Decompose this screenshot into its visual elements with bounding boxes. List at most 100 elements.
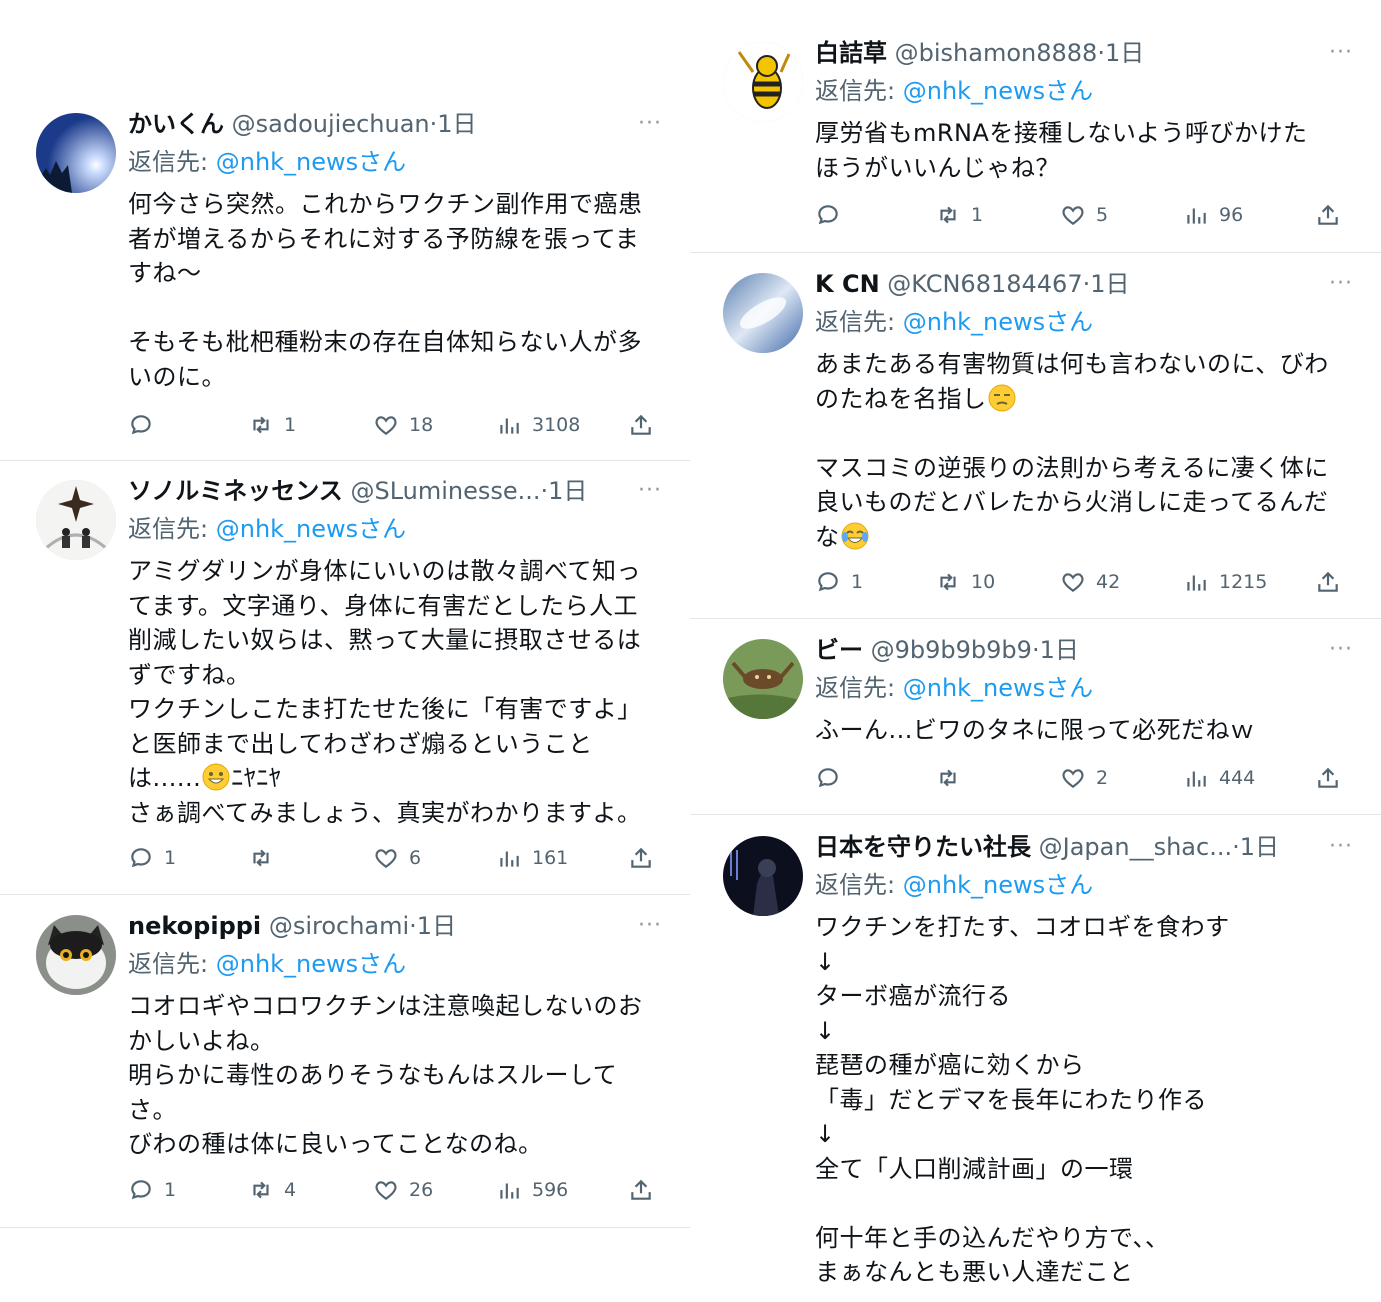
share-button[interactable] — [1315, 763, 1341, 793]
like-button[interactable]: 18 — [373, 410, 433, 440]
views-button[interactable]: 3108 — [496, 410, 580, 440]
user-handle[interactable]: @bishamon8888 — [895, 39, 1098, 67]
reply-mention[interactable]: @nhk_newsさん — [903, 308, 1093, 336]
reply-context: 返信先: @nhk_newsさん — [815, 669, 1361, 707]
display-name[interactable]: 白詰草 — [815, 39, 887, 67]
timestamp[interactable]: ·1日 — [1083, 270, 1130, 298]
avatar[interactable] — [723, 273, 803, 353]
user-handle[interactable]: @sadoujiechuan — [232, 110, 430, 138]
reply-mention[interactable]: @nhk_newsさん — [216, 950, 406, 978]
heart-icon — [1060, 765, 1086, 791]
display-name[interactable]: K CN — [815, 270, 880, 298]
divider — [0, 460, 690, 461]
reply-button[interactable]: 1 — [128, 843, 176, 873]
more-options-button[interactable]: ··· — [1329, 34, 1353, 72]
reply-mention[interactable]: @nhk_newsさん — [216, 148, 406, 176]
share-icon — [628, 1177, 654, 1203]
timestamp[interactable]: ·1日 — [1097, 39, 1144, 67]
reply-mention[interactable]: @nhk_newsさん — [903, 871, 1093, 899]
user-handle[interactable]: @Japan__shac... — [1039, 833, 1232, 861]
tweet[interactable]: 白詰草 @bishamon8888·1日 ··· 返信先: @nhk_newsさ… — [690, 34, 1381, 252]
timestamp[interactable]: ·1日 — [1032, 636, 1079, 664]
reply-mention[interactable]: @nhk_newsさん — [903, 77, 1093, 105]
tweet-header: nekopippi @sirochami·1日 ··· — [128, 907, 670, 945]
views-button[interactable]: 1215 — [1183, 567, 1267, 597]
reply-button[interactable] — [815, 200, 851, 230]
avatar[interactable] — [723, 639, 803, 719]
avatar[interactable] — [36, 915, 116, 995]
more-options-button[interactable]: ··· — [1329, 631, 1353, 669]
tweet[interactable]: K CN @KCN68184467·1日 ··· 返信先: @nhk_newsさ… — [690, 265, 1381, 618]
retweet-button[interactable]: 1 — [935, 200, 983, 230]
timestamp[interactable]: ·1日 — [430, 110, 477, 138]
like-button[interactable]: 5 — [1060, 200, 1108, 230]
tweet-text: 何今さら突然。これからワクチン副作用で癌患 者が増えるからそれに対する予防線を張… — [128, 190, 643, 391]
reply-button[interactable]: 1 — [128, 1175, 176, 1205]
like-button[interactable]: 26 — [373, 1175, 433, 1205]
more-options-button[interactable]: ··· — [1329, 828, 1353, 866]
user-handle[interactable]: @KCN68184467 — [887, 270, 1082, 298]
reply-context: 返信先: @nhk_newsさん — [128, 510, 670, 548]
reply-context: 返信先: @nhk_newsさん — [128, 143, 670, 181]
like-button[interactable]: 6 — [373, 843, 421, 873]
avatar[interactable] — [723, 836, 803, 916]
display-name[interactable]: 日本を守りたい社長 — [815, 833, 1031, 861]
share-button[interactable] — [628, 843, 654, 873]
retweet-button[interactable] — [248, 843, 284, 873]
views-button[interactable]: 596 — [496, 1175, 568, 1205]
share-button[interactable] — [1315, 200, 1341, 230]
more-options-button[interactable]: ··· — [638, 472, 662, 510]
tweet[interactable]: ビー @9b9b9b9b9·1日 ··· 返信先: @nhk_newsさん ふー… — [690, 631, 1381, 814]
tweet[interactable]: ソノルミネッセンス @SLuminesse...·1日 ··· 返信先: @nh… — [0, 472, 690, 894]
retweet-button[interactable]: 4 — [248, 1175, 296, 1205]
more-options-button[interactable]: ··· — [638, 907, 662, 945]
timestamp[interactable]: ·1日 — [1232, 833, 1279, 861]
timestamp[interactable]: ·1日 — [541, 477, 588, 505]
retweet-button[interactable]: 1 — [248, 410, 296, 440]
views-button[interactable]: 161 — [496, 843, 568, 873]
like-button[interactable]: 2 — [1060, 763, 1108, 793]
reply-icon — [128, 412, 154, 438]
avatar[interactable] — [36, 480, 116, 560]
views-button[interactable]: 96 — [1183, 200, 1243, 230]
views-button[interactable]: 444 — [1183, 763, 1255, 793]
retweet-button[interactable]: 10 — [935, 567, 995, 597]
avatar[interactable] — [36, 113, 116, 193]
tweet-text: コオロギやコロワクチンは注意喚起しないのお かしいよね。 明らかに毒性のありそう… — [128, 992, 643, 1158]
reply-prefix: 返信先: — [815, 77, 896, 105]
display-name[interactable]: かいくん — [128, 110, 224, 138]
like-button[interactable]: 42 — [1060, 567, 1120, 597]
tweet[interactable]: かいくん @sadoujiechuan·1日 ··· 返信先: @nhk_new… — [0, 105, 690, 460]
heart-icon — [373, 845, 399, 871]
tweet[interactable]: 日本を守りたい社長 @Japan__shac...·1日 ··· 返信先: @n… — [690, 828, 1381, 1302]
tweet[interactable]: nekopippi @sirochami·1日 ··· 返信先: @nhk_ne… — [0, 907, 690, 1227]
display-name[interactable]: nekopippi — [128, 912, 261, 940]
retweet-button[interactable] — [935, 763, 971, 793]
user-handle[interactable]: @SLuminesse... — [350, 477, 540, 505]
avatar[interactable] — [723, 42, 803, 122]
share-button[interactable] — [1315, 567, 1341, 597]
tweet-actions: 1 6 161 — [128, 843, 658, 873]
reply-icon — [128, 1177, 154, 1203]
share-icon — [628, 412, 654, 438]
reply-mention[interactable]: @nhk_newsさん — [216, 515, 406, 543]
reply-icon — [815, 202, 841, 228]
share-button[interactable] — [628, 1175, 654, 1205]
tweet-actions: 1 18 3108 — [128, 410, 658, 440]
display-name[interactable]: ビー — [815, 636, 863, 664]
retweet-icon — [935, 765, 961, 791]
user-handle[interactable]: @9b9b9b9b9 — [871, 636, 1032, 664]
user-handle[interactable]: @sirochami — [269, 912, 409, 940]
more-options-button[interactable]: ··· — [638, 105, 662, 143]
reply-button[interactable] — [815, 763, 851, 793]
grinning-face-emoji — [201, 762, 231, 792]
bar-chart-icon — [496, 1177, 522, 1203]
share-icon — [1315, 765, 1341, 791]
reply-button[interactable] — [128, 410, 164, 440]
share-button[interactable] — [628, 410, 654, 440]
display-name[interactable]: ソノルミネッセンス — [128, 477, 343, 505]
timestamp[interactable]: ·1日 — [409, 912, 456, 940]
reply-mention[interactable]: @nhk_newsさん — [903, 674, 1093, 702]
reply-button[interactable]: 1 — [815, 567, 863, 597]
more-options-button[interactable]: ··· — [1329, 265, 1353, 303]
